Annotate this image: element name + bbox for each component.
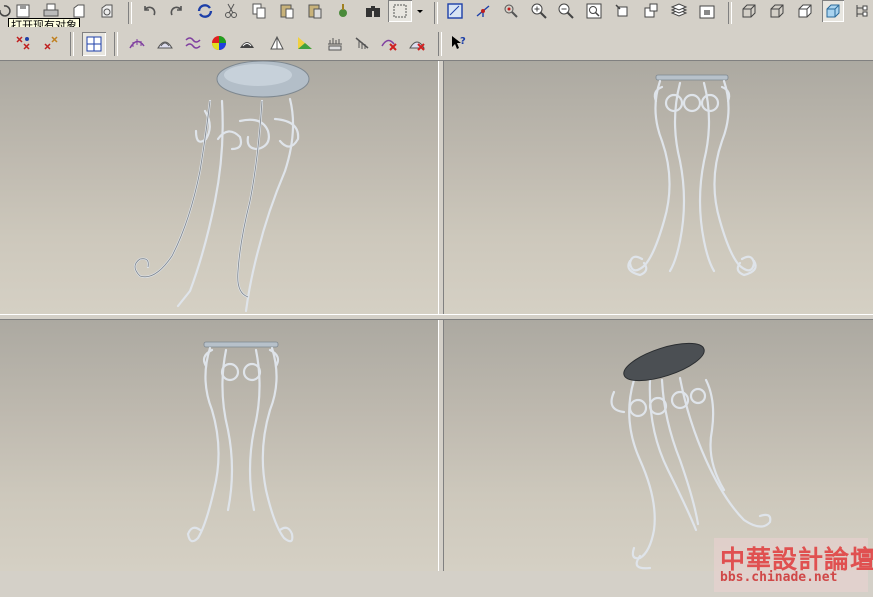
paste-special-icon[interactable] — [304, 0, 326, 22]
view-manager-icon[interactable] — [696, 0, 718, 22]
zoom-in-icon[interactable] — [528, 0, 550, 22]
hidden-line-icon[interactable] — [766, 0, 788, 22]
horizontal-splitter[interactable] — [0, 314, 873, 320]
viewport-top-right[interactable] — [444, 61, 873, 314]
zoom-fit-icon[interactable] — [583, 0, 605, 22]
point-display-icon[interactable] — [500, 0, 522, 22]
dihedral-icon[interactable] — [294, 32, 316, 54]
datum-axis-display-icon[interactable] — [472, 0, 494, 22]
color-shade-icon[interactable] — [236, 32, 258, 54]
plant-stand-model-iso-1 — [133, 61, 310, 313]
context-help-icon[interactable]: ? — [448, 32, 470, 54]
orient-icon[interactable] — [640, 0, 662, 22]
watermark-url: bbs.chinade.net — [720, 570, 838, 585]
hide-analysis-icon[interactable] — [406, 32, 428, 54]
viewport-bottom-right[interactable] — [444, 320, 873, 571]
copy-icon[interactable] — [248, 0, 270, 22]
analysis-toolbar: ? — [0, 27, 873, 61]
layers-icon[interactable] — [668, 0, 690, 22]
main-toolbar: 打开现有对象 — [0, 0, 873, 33]
zoom-out-icon[interactable] — [555, 0, 577, 22]
seat-top — [203, 341, 279, 348]
paste-icon[interactable] — [276, 0, 298, 22]
search-binoculars-icon[interactable] — [362, 0, 384, 22]
surface-analysis-icon[interactable] — [266, 32, 288, 54]
datum-plane-display-icon[interactable] — [444, 0, 466, 22]
offset-analysis-icon[interactable] — [324, 32, 346, 54]
backup-icon[interactable] — [96, 0, 118, 22]
select-box-icon[interactable] — [388, 0, 412, 22]
undo-icon[interactable] — [138, 0, 160, 22]
refresh-icon[interactable] — [194, 0, 216, 22]
seat-top — [655, 74, 729, 81]
cut-icon[interactable] — [220, 0, 242, 22]
shading-icon[interactable] — [822, 0, 844, 22]
plant-stand-model-iso-2 — [610, 342, 772, 570]
seat-top — [623, 342, 705, 382]
datum-points-icon[interactable] — [12, 32, 34, 54]
sketch-view-icon[interactable] — [82, 32, 106, 56]
spin-center-icon[interactable] — [611, 0, 633, 22]
reflection-icon[interactable] — [154, 32, 176, 54]
redo-icon[interactable] — [166, 0, 188, 22]
plant-stand-model-side — [186, 341, 294, 543]
deviation-icon[interactable] — [352, 32, 374, 54]
viewport-top-left[interactable] — [0, 61, 438, 314]
curvature-icon[interactable] — [126, 32, 148, 54]
model-tree-icon[interactable] — [332, 0, 354, 22]
draft-icon[interactable] — [208, 32, 230, 54]
delete-analysis-icon[interactable] — [378, 32, 400, 54]
dropdown-arrow-icon[interactable] — [414, 0, 426, 22]
plant-stand-model-front — [627, 74, 757, 277]
watermark: 中華設計論壇 bbs.chinade.net — [714, 538, 873, 592]
datum-planes-icon[interactable] — [40, 32, 62, 54]
svg-text:?: ? — [460, 36, 466, 47]
viewport-bottom-left[interactable] — [0, 320, 438, 571]
no-hidden-icon[interactable] — [794, 0, 816, 22]
section-icon[interactable] — [182, 32, 204, 54]
wireframe-icon[interactable] — [738, 0, 760, 22]
more-icon[interactable] — [850, 0, 872, 22]
